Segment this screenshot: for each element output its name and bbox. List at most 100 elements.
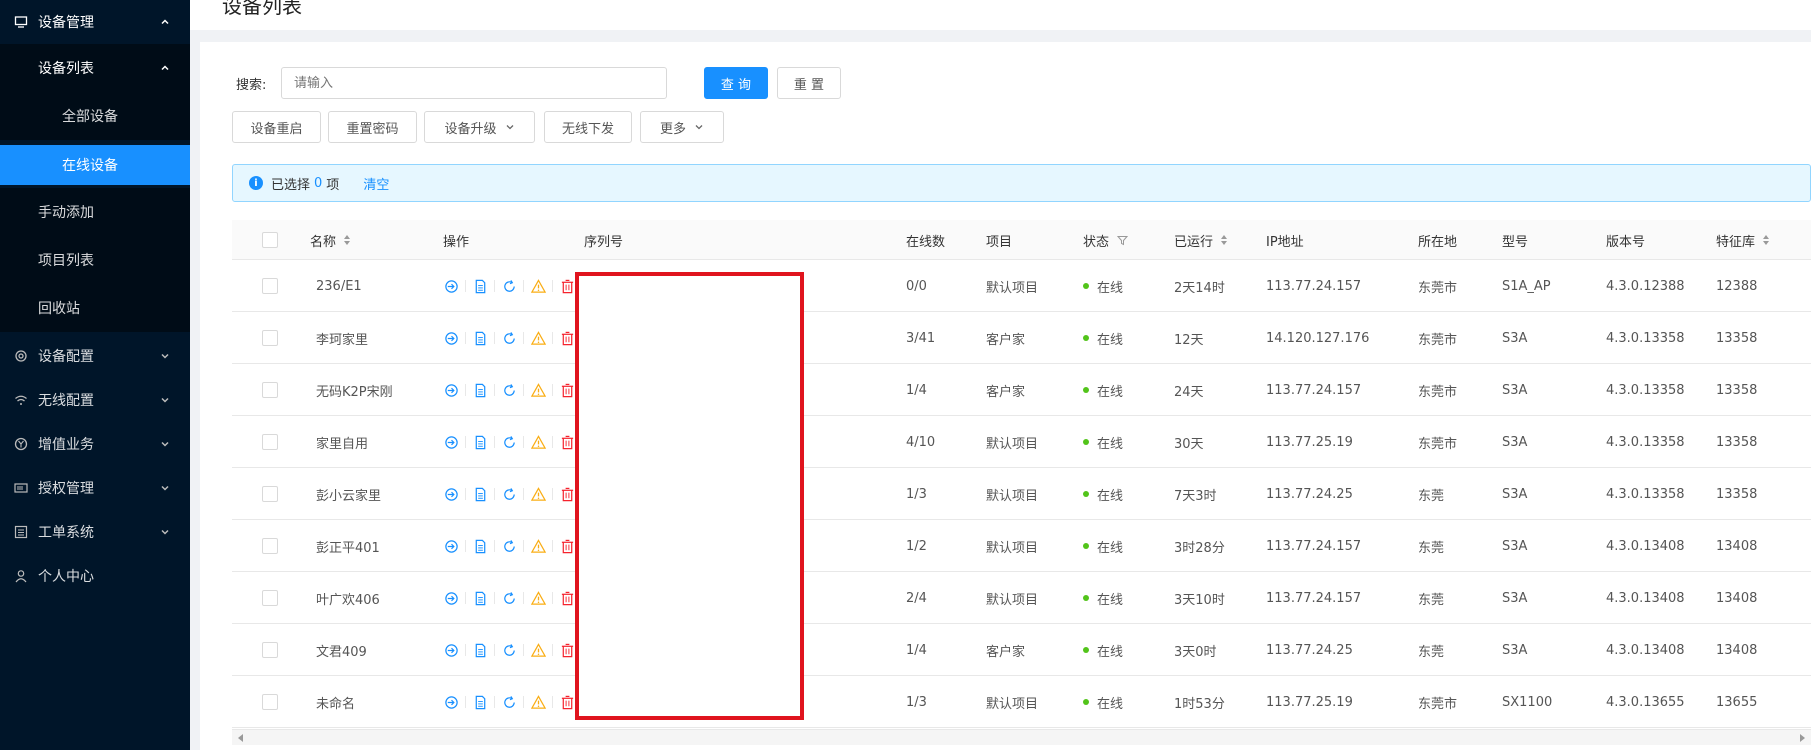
query-button[interactable]: 查 询 (704, 67, 768, 99)
table-row[interactable]: 文君409 1/4 客户家 3天0时 113.77.24.25 东莞 S3A 4.3.0.13… (232, 624, 1811, 676)
document-icon[interactable] (472, 590, 488, 606)
menu-recycle-bin[interactable]: 回收站 (0, 284, 190, 332)
login-icon[interactable] (443, 382, 459, 398)
more-dropdown[interactable]: 更多 (640, 111, 724, 143)
row-checkbox[interactable] (262, 590, 278, 606)
table-row[interactable]: 236/E1 0/0 默认项目 2天14时 113.77.24.157 东莞市 S1A_AP… (232, 260, 1811, 312)
menu-project-list[interactable]: 项目列表 (0, 236, 190, 284)
warning-icon[interactable] (530, 590, 546, 606)
refresh-icon[interactable] (501, 486, 517, 502)
warning-icon[interactable] (530, 434, 546, 450)
row-checkbox[interactable] (262, 538, 278, 554)
row-checkbox[interactable] (262, 694, 278, 710)
delete-icon[interactable] (559, 486, 575, 502)
menu-value-added[interactable]: 增值业务 (0, 422, 190, 466)
col-status[interactable]: 状态 (1083, 220, 1129, 260)
refresh-icon[interactable] (501, 694, 517, 710)
sort-icon[interactable] (344, 235, 351, 245)
menu-personal-center[interactable]: 个人中心 (0, 554, 190, 598)
wireless-push-button[interactable]: 无线下发 (544, 111, 632, 143)
delete-icon[interactable] (559, 278, 575, 294)
login-icon[interactable] (443, 694, 459, 710)
document-icon[interactable] (472, 642, 488, 658)
table-row[interactable]: 无码K2P宋刚 1/4 客户家 24天 113.77.24.157 东莞市 S3A 4.3.0… (232, 364, 1811, 416)
scroll-right-icon[interactable] (1800, 734, 1805, 742)
menu-manual-add[interactable]: 手动添加 (0, 188, 190, 236)
warning-icon[interactable] (530, 382, 546, 398)
login-icon[interactable] (443, 278, 459, 294)
menu-device-config[interactable]: 设备配置 (0, 334, 190, 378)
warning-icon[interactable] (530, 694, 546, 710)
select-all-checkbox[interactable] (262, 232, 278, 248)
filter-icon[interactable] (1117, 235, 1129, 246)
login-icon[interactable] (443, 538, 459, 554)
warning-icon[interactable] (530, 642, 546, 658)
menu-online-devices[interactable]: 在线设备 (0, 145, 190, 185)
reset-button[interactable]: 重 置 (777, 67, 841, 99)
login-icon[interactable] (443, 642, 459, 658)
delete-icon[interactable] (559, 590, 575, 606)
warning-icon[interactable] (530, 486, 546, 502)
document-icon[interactable] (472, 538, 488, 554)
warning-icon[interactable] (530, 538, 546, 554)
scroll-left-icon[interactable] (238, 734, 243, 742)
cell-model: S3A (1502, 434, 1528, 450)
document-icon[interactable] (472, 486, 488, 502)
refresh-icon[interactable] (501, 642, 517, 658)
delete-icon[interactable] (559, 694, 575, 710)
menu-all-devices[interactable]: 全部设备 (0, 92, 190, 140)
col-uptime[interactable]: 已运行 (1174, 220, 1228, 260)
warning-icon[interactable] (530, 330, 546, 346)
upgrade-dropdown[interactable]: 设备升级 (424, 111, 535, 143)
horizontal-scrollbar[interactable] (232, 729, 1811, 745)
col-feature-lib[interactable]: 特征库 (1716, 220, 1770, 260)
sort-icon[interactable] (1763, 235, 1770, 245)
table-row[interactable]: 家里自用 4/10 默认项目 30天 113.77.25.19 东莞市 S3A 4.3.0.1… (232, 416, 1811, 468)
row-checkbox[interactable] (262, 434, 278, 450)
refresh-icon[interactable] (501, 434, 517, 450)
row-checkbox[interactable] (262, 382, 278, 398)
table-row[interactable]: 未命名 1/3 默认项目 1时53分 113.77.25.19 东莞市 SX1100 4.3.… (232, 676, 1811, 728)
row-checkbox[interactable] (262, 642, 278, 658)
document-icon[interactable] (472, 278, 488, 294)
reboot-button[interactable]: 设备重启 (232, 111, 321, 143)
warning-icon[interactable] (530, 278, 546, 294)
delete-icon[interactable] (559, 382, 575, 398)
menu-device-list[interactable]: 设备列表 (0, 44, 190, 92)
col-name[interactable]: 名称 (310, 220, 351, 260)
delete-icon[interactable] (559, 642, 575, 658)
login-icon[interactable] (443, 434, 459, 450)
login-icon[interactable] (443, 590, 459, 606)
refresh-icon[interactable] (501, 278, 517, 294)
delete-icon[interactable] (559, 538, 575, 554)
menu-license-mgmt[interactable]: 授权管理 (0, 466, 190, 510)
search-input[interactable] (281, 67, 667, 99)
row-checkbox[interactable] (262, 278, 278, 294)
login-icon[interactable] (443, 486, 459, 502)
sort-icon[interactable] (1221, 235, 1228, 245)
table-row[interactable]: 李珂家里 3/41 客户家 12天 14.120.127.176 东莞市 S3A 4.3.0.… (232, 312, 1811, 364)
document-icon[interactable] (472, 694, 488, 710)
refresh-icon[interactable] (501, 590, 517, 606)
menu-ticket-system[interactable]: 工单系统 (0, 510, 190, 554)
refresh-icon[interactable] (501, 538, 517, 554)
refresh-icon[interactable] (501, 382, 517, 398)
document-icon[interactable] (472, 330, 488, 346)
clear-selection-link[interactable]: 清空 (363, 174, 389, 193)
refresh-icon[interactable] (501, 330, 517, 346)
table-row[interactable]: 彭小云家里 1/3 默认项目 7天3时 113.77.24.25 东莞 S3A 4.3.0.1… (232, 468, 1811, 520)
document-icon[interactable] (472, 434, 488, 450)
cell-feature-lib: 13358 (1716, 434, 1758, 450)
document-icon[interactable] (472, 382, 488, 398)
row-checkbox[interactable] (262, 486, 278, 502)
row-checkbox[interactable] (262, 330, 278, 346)
delete-icon[interactable] (559, 330, 575, 346)
reset-password-button[interactable]: 重置密码 (328, 111, 417, 143)
monitor-icon (14, 15, 28, 29)
table-row[interactable]: 彭正平401 1/2 默认项目 3时28分 113.77.24.157 东莞 S3A 4.3.… (232, 520, 1811, 572)
menu-wireless-config[interactable]: 无线配置 (0, 378, 190, 422)
login-icon[interactable] (443, 330, 459, 346)
table-row[interactable]: 叶广欢406 2/4 默认项目 3天10时 113.77.24.157 东莞 S3A 4.3.… (232, 572, 1811, 624)
menu-device-management[interactable]: 设备管理 (0, 0, 190, 44)
delete-icon[interactable] (559, 434, 575, 450)
